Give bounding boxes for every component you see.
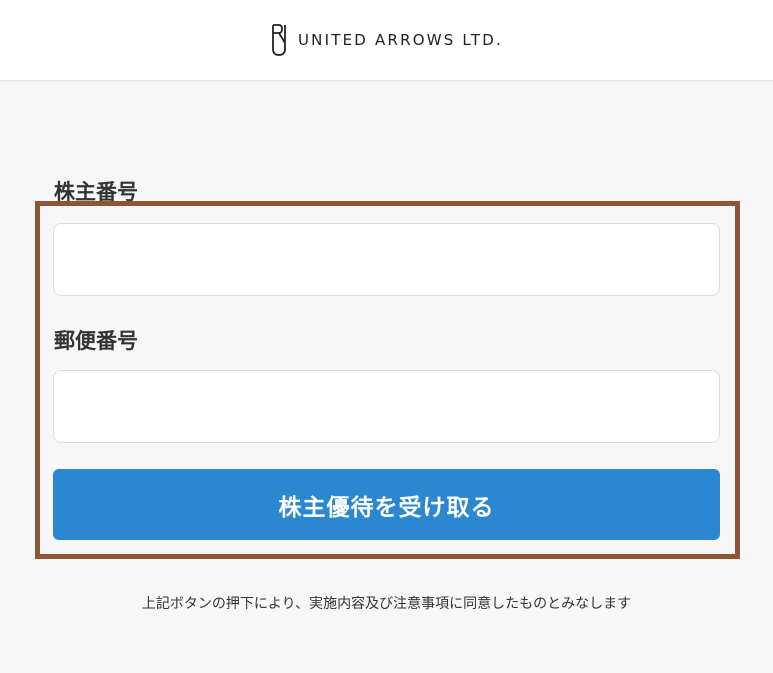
site-header: UNITED ARROWS LTD.: [0, 0, 773, 81]
receive-benefit-button[interactable]: 株主優待を受け取る: [53, 469, 720, 540]
shareholder-number-input[interactable]: [53, 223, 720, 296]
shareholder-number-label: 株主番号: [54, 180, 138, 204]
brand-logo[interactable]: UNITED ARROWS LTD.: [270, 23, 503, 57]
consent-notice: 上記ボタンの押下により、実施内容及び注意事項に同意したものとみなします: [141, 596, 632, 612]
brand-name: UNITED ARROWS LTD.: [298, 31, 503, 49]
postal-code-label: 郵便番号: [54, 329, 138, 353]
postal-code-input[interactable]: [53, 370, 720, 443]
united-arrows-logo-icon: [272, 24, 286, 56]
